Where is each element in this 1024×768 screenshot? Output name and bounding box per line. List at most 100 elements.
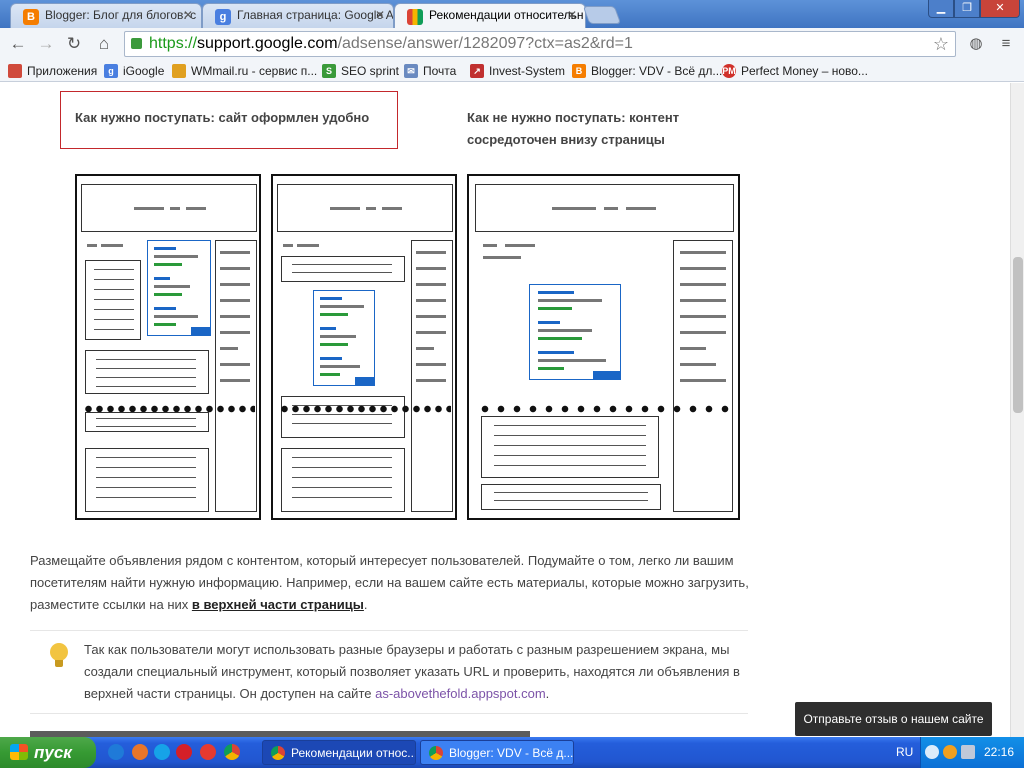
skype-icon[interactable] (154, 744, 170, 760)
windows-taskbar: пуск Рекомендации относ... Blogger: VDV … (0, 737, 1024, 768)
tray-arrow-icon[interactable] (925, 745, 939, 759)
url-host: support.google.com (197, 35, 338, 52)
layout-diagram-bad (467, 174, 740, 520)
tab-strip: B Blogger: Блог для блогов: с ✕ g Главна… (0, 0, 1024, 28)
close-icon[interactable]: ✕ (183, 4, 193, 27)
blogger-icon: B (23, 9, 39, 25)
minimize-button[interactable]: ▁ (928, 0, 954, 18)
diagram-ad-unit (313, 290, 375, 386)
fold-line (279, 405, 451, 413)
tab-adsense-home[interactable]: g Главная страница: Google A ✕ (202, 3, 394, 28)
recommendation-paragraph: Размещайте объявления рядом с контентом,… (30, 553, 749, 612)
layout-diagram-good-2 (271, 174, 457, 520)
language-indicator[interactable]: RU (896, 737, 913, 768)
bookmark-mail[interactable]: ✉ Почта (404, 63, 456, 79)
diagram-ad-unit (147, 240, 211, 336)
google-help-icon (407, 9, 423, 25)
diagram-sidebar (215, 240, 257, 512)
page-content: Как нужно поступать: сайт оформлен удобн… (0, 83, 1010, 737)
tip-note: Так как пользователи могут использовать … (30, 630, 748, 714)
bookmarks-bar: Приложения g iGoogle WMmail.ru - сервис п… (0, 60, 1024, 82)
browser-toolbar: ← → ↻ ⌂ https://support.google.com/adsen… (0, 28, 1024, 60)
start-button[interactable]: пуск (0, 737, 96, 768)
new-tab-button[interactable] (582, 6, 622, 24)
invest-icon: ↗ (470, 64, 484, 78)
bookmark-invest[interactable]: ↗ Invest-System (470, 63, 565, 79)
back-button[interactable]: ← (6, 32, 30, 56)
forward-button[interactable]: → (34, 32, 58, 56)
tab-recommendations[interactable]: Рекомендации относительн ✕ (394, 3, 586, 28)
close-icon[interactable]: ✕ (375, 4, 385, 27)
tab-title: Рекомендации относительн (429, 8, 584, 22)
perfectmoney-icon: PM (722, 64, 736, 78)
bookmark-blogger-vdv[interactable]: B Blogger: VDV - Всё дл... (572, 63, 722, 79)
translate-icon[interactable]: ◍ (966, 34, 986, 54)
apps-icon (8, 64, 22, 78)
above-fold-link[interactable]: в верхней части страницы (192, 597, 364, 612)
abovethefold-tool-link[interactable]: as-abovethefold.appspot.com (375, 686, 546, 701)
diagram-text-block (85, 412, 209, 432)
diagram-text-block (85, 350, 209, 394)
close-icon[interactable]: ✕ (567, 4, 577, 27)
diagram-header (475, 184, 734, 232)
tip-text: Так как пользователи могут использовать … (84, 642, 740, 701)
bad-caption-line-2: сосредоточен внизу страницы (467, 132, 665, 147)
clock: 22:16 (984, 745, 1015, 759)
bookmark-igoogle[interactable]: g iGoogle (104, 63, 164, 79)
lock-icon (131, 38, 142, 49)
diagram-sidebar (411, 240, 453, 512)
bookmark-wmmail[interactable]: WMmail.ru - сервис п... (172, 63, 317, 79)
scrollbar-thumb[interactable] (1013, 257, 1023, 413)
chrome-icon[interactable] (224, 744, 240, 760)
yandex-browser-icon[interactable] (200, 744, 216, 760)
firefox-icon[interactable] (132, 744, 148, 760)
taskbar-item-blogger[interactable]: Blogger: VDV - Всё д... (420, 740, 574, 765)
address-bar[interactable]: https://support.google.com/adsense/answe… (124, 31, 956, 57)
mail-icon: ✉ (404, 64, 418, 78)
chrome-icon (271, 746, 285, 760)
network-icon[interactable] (961, 745, 975, 759)
fold-line (477, 405, 733, 413)
wmmail-icon (172, 64, 186, 78)
tab-blogger[interactable]: B Blogger: Блог для блогов: с ✕ (10, 3, 202, 28)
home-button[interactable]: ⌂ (92, 32, 116, 56)
opera-icon[interactable] (176, 744, 192, 760)
diagram-text-block (281, 448, 405, 512)
good-caption: Как нужно поступать: сайт оформлен удобн… (75, 110, 370, 125)
bookmark-star-icon[interactable]: ☆ (933, 32, 949, 56)
lightbulb-icon (50, 643, 68, 667)
ie-icon[interactable] (108, 744, 124, 760)
chrome-icon (429, 746, 443, 760)
diagram-text-block (481, 416, 659, 478)
diagram-sidebar (673, 240, 733, 512)
diagram-header (81, 184, 257, 232)
diagram-text-block (85, 260, 141, 340)
feedback-button[interactable]: Отправьте отзыв о нашем сайте (795, 702, 992, 736)
bookmark-apps[interactable]: Приложения (8, 63, 97, 79)
tray-app-icon[interactable] (943, 745, 957, 759)
url-scheme: https:// (149, 35, 198, 52)
diagram-text-block (281, 396, 405, 438)
menu-icon[interactable]: ≡ (996, 34, 1016, 54)
tab-title: Главная страница: Google A (237, 8, 394, 22)
windows-logo-icon (10, 744, 28, 760)
blogger-icon: B (572, 64, 586, 78)
taskbar-item-recommendations[interactable]: Рекомендации относ... (262, 740, 416, 765)
bad-caption-line-1: Как не нужно поступать: контент (467, 110, 680, 125)
reload-button[interactable]: ↻ (62, 32, 86, 56)
tab-title: Blogger: Блог для блогов: с (45, 8, 197, 22)
page-scrollbar[interactable] (1010, 83, 1024, 737)
google-icon: g (104, 64, 118, 78)
close-window-button[interactable]: ✕ (980, 0, 1020, 18)
google-icon: g (215, 9, 231, 25)
bookmark-seosprint[interactable]: S SEO sprint (322, 63, 399, 79)
seosprint-icon: S (322, 64, 336, 78)
maximize-button[interactable]: ❐ (954, 0, 980, 18)
diagram-text-block (85, 448, 209, 512)
bookmark-perfectmoney[interactable]: PM Perfect Money – ново... (722, 63, 868, 79)
diagram-text-block (481, 484, 661, 510)
diagram-ad-unit (529, 284, 621, 380)
diagram-header (277, 184, 453, 232)
url-path: /adsense/answer/1282097?ctx=as2&rd=1 (337, 35, 633, 52)
layout-diagram-good-1 (75, 174, 261, 520)
